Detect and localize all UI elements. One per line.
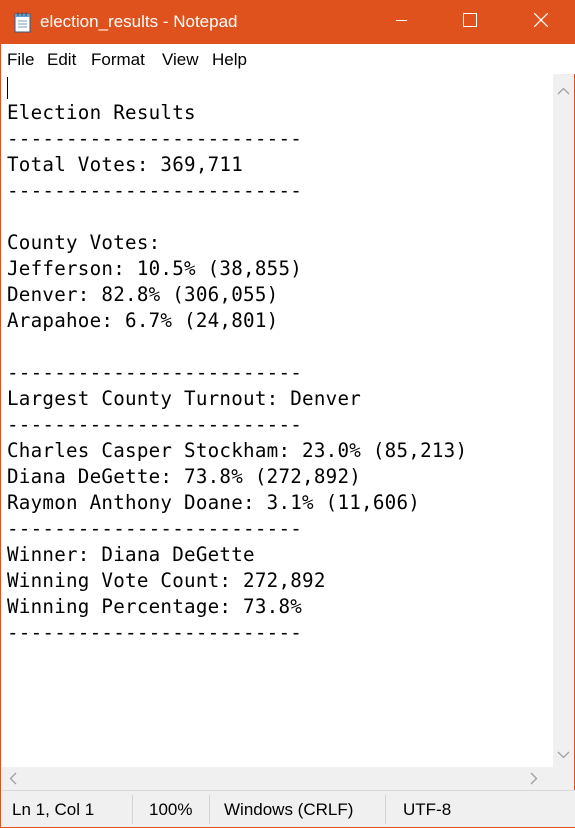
document-line: Election Results <box>7 101 196 124</box>
document-line: Total Votes: 369,711 <box>7 153 244 176</box>
minimize-icon <box>396 13 408 31</box>
document-line: Largest County Turnout: Denver <box>7 387 362 410</box>
notepad-window: election_results - Notepad File Edit For… <box>0 0 575 828</box>
document-line: Raymon Anthony Doane: 3.1% (11,606) <box>7 491 421 514</box>
maximize-icon <box>463 12 477 32</box>
document-line: Charles Casper Stockham: 23.0% (85,213) <box>7 439 468 462</box>
document-line: County Votes: <box>7 231 161 254</box>
document-line: Winning Percentage: 73.8% <box>7 595 303 618</box>
document-line: ------------------------- <box>7 179 303 202</box>
maximize-button[interactable] <box>447 0 493 44</box>
status-divider <box>385 795 386 824</box>
document-line: ------------------------- <box>7 517 303 540</box>
status-line-ending: Windows (CRLF) <box>224 800 354 819</box>
status-encoding: UTF-8 <box>403 800 452 819</box>
menu-edit[interactable]: Edit <box>47 50 76 70</box>
text-editor[interactable]: Election Results ------------------------… <box>2 74 553 767</box>
text-caret <box>7 77 8 99</box>
scroll-up-arrow-icon[interactable] <box>557 82 570 100</box>
document-line: ------------------------- <box>7 413 303 436</box>
document-line: Arapahoe: 6.7% (24,801) <box>7 309 279 332</box>
status-divider <box>132 795 133 824</box>
document-line: ------------------------- <box>7 127 303 150</box>
notepad-icon <box>13 11 33 33</box>
title-bar[interactable]: election_results - Notepad <box>1 0 575 44</box>
vertical-scrollbar[interactable] <box>553 74 574 767</box>
scroll-right-arrow-icon[interactable] <box>530 772 538 790</box>
menu-bar: File Edit Format View Help <box>2 44 575 74</box>
menu-view[interactable]: View <box>162 50 199 70</box>
status-divider <box>209 795 210 824</box>
minimize-button[interactable] <box>379 0 425 44</box>
menu-help[interactable]: Help <box>212 50 247 70</box>
document-line: Denver: 82.8% (306,055) <box>7 283 279 306</box>
close-icon <box>533 12 549 32</box>
scrollbar-corner <box>553 767 574 790</box>
document-line: ------------------------- <box>7 621 303 644</box>
menu-file[interactable]: File <box>7 50 34 70</box>
scroll-left-arrow-icon[interactable] <box>9 772 17 790</box>
document-line: Winner: Diana DeGette <box>7 543 255 566</box>
document-line: ------------------------- <box>7 361 303 384</box>
status-zoom: 100% <box>149 800 193 819</box>
menu-format[interactable]: Format <box>91 50 145 70</box>
close-button[interactable] <box>518 0 564 44</box>
horizontal-scrollbar[interactable] <box>2 767 553 790</box>
document-line: Jefferson: 10.5% (38,855) <box>7 257 303 280</box>
document-line: Diana DeGette: 73.8% (272,892) <box>7 465 362 488</box>
status-position: Ln 1, Col 1 <box>12 800 95 819</box>
document-line: Winning Vote Count: 272,892 <box>7 569 326 592</box>
status-bar: Ln 1, Col 1 100% Windows (CRLF) UTF-8 <box>2 790 575 827</box>
scroll-down-arrow-icon[interactable] <box>557 746 570 764</box>
window-title: election_results - Notepad <box>40 12 238 31</box>
